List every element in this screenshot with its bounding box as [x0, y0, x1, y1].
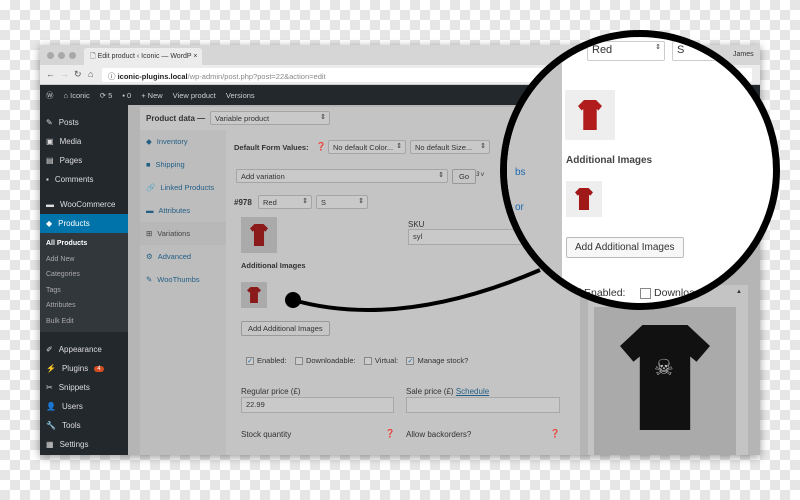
user-name: James — [733, 51, 754, 58]
magnified-enabled-checkbox[interactable]: ✓ Enabled: — [570, 287, 625, 299]
magnified-color-select[interactable]: Red — [587, 41, 665, 61]
magnified-link: or — [515, 202, 524, 213]
magnified-downloadable-checkbox[interactable]: Downloa — [640, 287, 695, 299]
magnified-variation-id: 78 — [567, 42, 580, 54]
magnifier-callout: bs or 78 Red S Additional Images Add Add… — [500, 30, 780, 310]
magnified-add-images-button[interactable]: Add Additional Images — [566, 237, 684, 258]
magnified-tabs: bs or — [507, 37, 562, 303]
magnified-additional-thumb[interactable] — [566, 181, 602, 217]
magnified-link: bs — [515, 167, 526, 178]
magnified-options: ✓ Enabled: Downloa — [570, 287, 695, 299]
magnified-additional-images-label: Additional Images — [566, 155, 653, 166]
magnified-variation-image[interactable] — [565, 90, 615, 140]
